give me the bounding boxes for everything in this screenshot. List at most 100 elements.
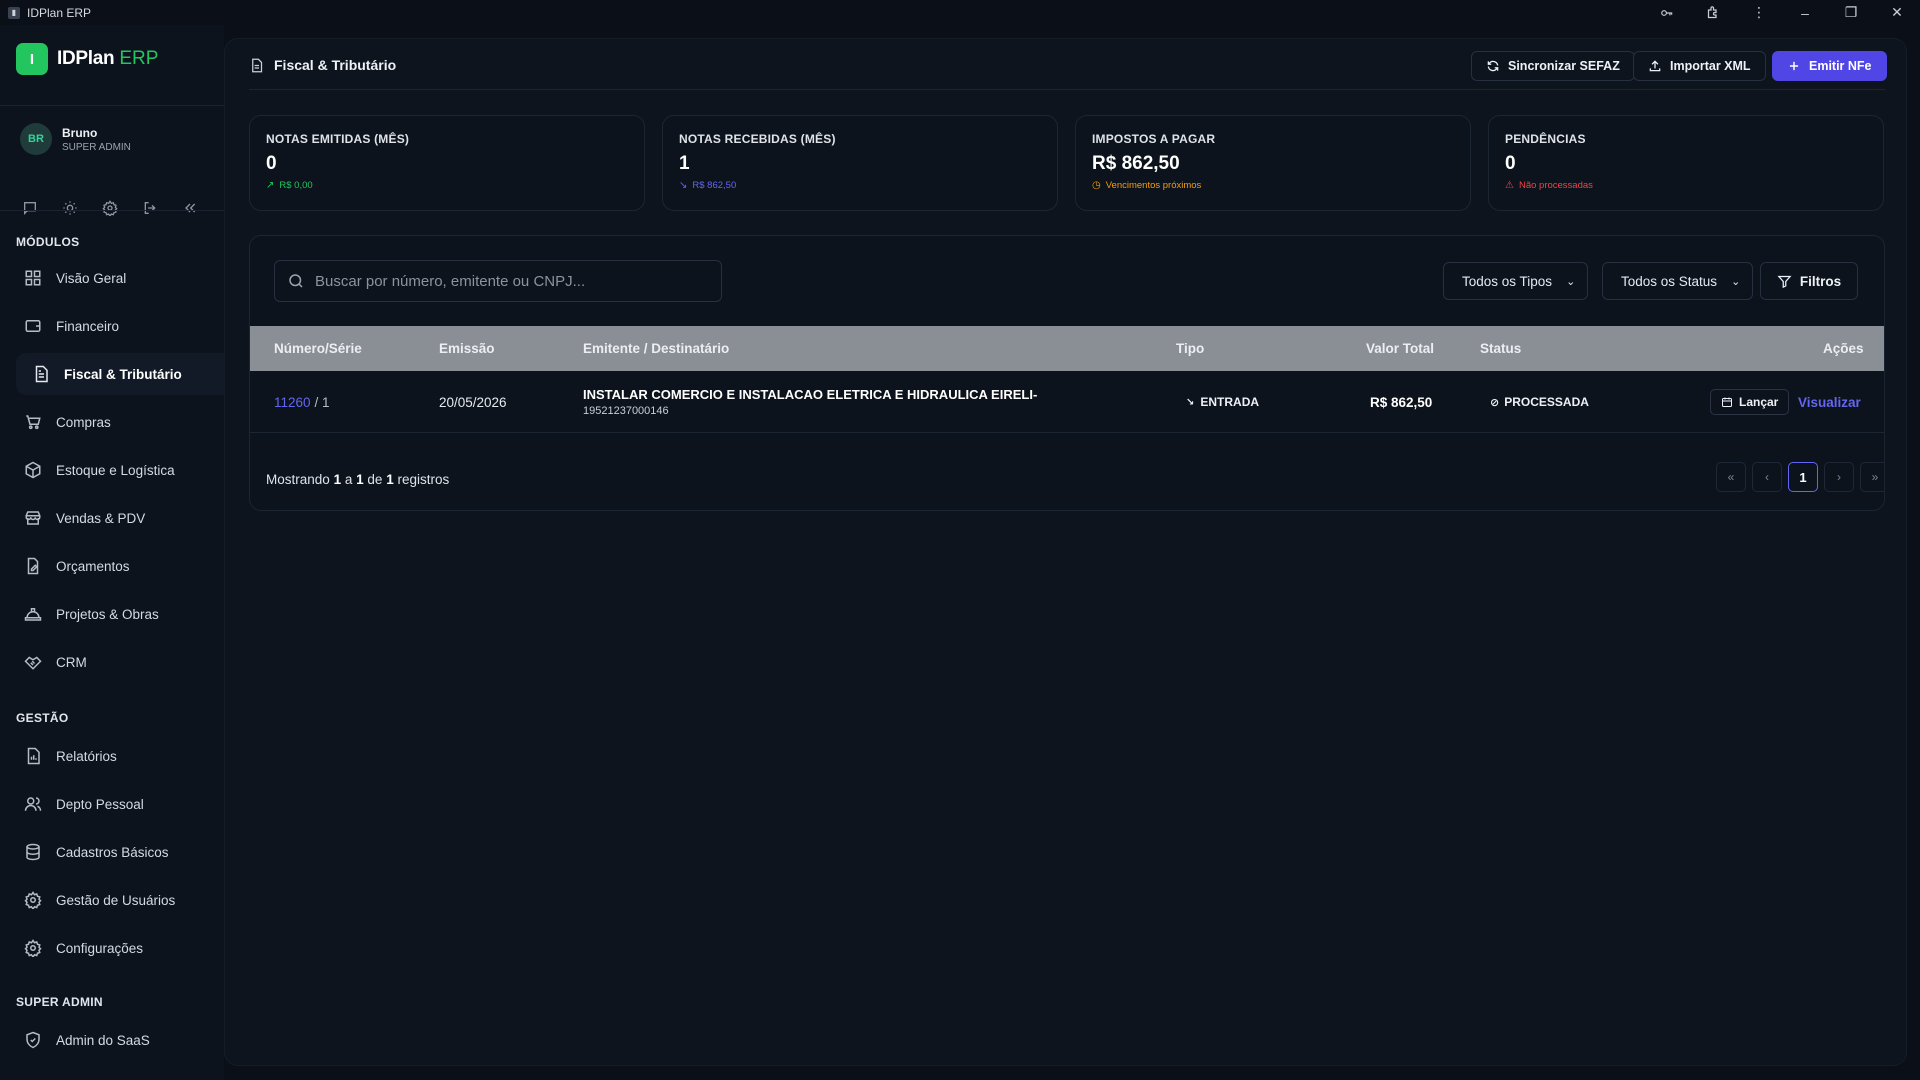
sidebar-item-label: CRM xyxy=(56,654,87,670)
column-header-tipo[interactable]: Tipo xyxy=(1176,326,1204,371)
sync-sefaz-button[interactable]: Sincronizar SEFAZ xyxy=(1471,51,1635,81)
last-page-button[interactable]: » xyxy=(1860,462,1884,492)
sidebar-item-relatorios[interactable]: Relatórios xyxy=(16,735,224,777)
section-title-super-admin: SUPER ADMIN xyxy=(16,995,103,1009)
sidebar-item-depto-pessoal[interactable]: Depto Pessoal xyxy=(16,783,224,825)
sidebar-item-configuracoes[interactable]: Configurações xyxy=(16,927,224,969)
stat-value: 0 xyxy=(1505,153,1516,174)
status-filter-select[interactable]: Todos os Status ⌄ xyxy=(1602,262,1754,300)
sidebar-item-label: Gestão de Usuários xyxy=(56,892,176,908)
sidebar-item-fiscal[interactable]: Fiscal & Tributário xyxy=(16,353,224,395)
page-button-current[interactable]: 1 xyxy=(1788,462,1818,492)
sidebar-item-cadastros[interactable]: Cadastros Básicos xyxy=(16,831,224,873)
sync-sefaz-label: Sincronizar SEFAZ xyxy=(1508,59,1620,73)
sidebar-item-financeiro[interactable]: Financeiro xyxy=(16,305,224,347)
header-divider xyxy=(249,89,1885,90)
visualizar-link[interactable]: Visualizar xyxy=(1798,371,1861,433)
column-header-emitente[interactable]: Emitente / Destinatário xyxy=(583,326,729,371)
more-options-icon[interactable]: ⋮ xyxy=(1736,0,1782,25)
sidebar-item-admin-saas[interactable]: Admin do SaaS xyxy=(16,1019,224,1061)
sidebar-item-estoque[interactable]: Estoque e Logística xyxy=(16,449,224,491)
emit-nfe-button[interactable]: Emitir NFe xyxy=(1772,51,1887,81)
brand-name: IDPlan xyxy=(57,48,115,69)
stat-sub-text: Vencimentos próximos xyxy=(1105,180,1202,191)
sidebar-item-orcamentos[interactable]: Orçamentos xyxy=(16,545,224,587)
stat-sub-text: R$ 862,50 xyxy=(692,180,737,191)
sun-icon[interactable] xyxy=(62,200,78,216)
sidebar-item-label: Admin do SaaS xyxy=(56,1032,150,1048)
import-xml-button[interactable]: Importar XML xyxy=(1633,51,1766,81)
box-icon xyxy=(25,461,41,479)
user-profile[interactable]: BR Bruno SUPER ADMIN xyxy=(20,123,131,155)
type-filter-select[interactable]: Todos os Tipos ⌄ xyxy=(1443,262,1589,300)
key-icon[interactable] xyxy=(1644,0,1690,25)
column-header-emissao[interactable]: Emissão xyxy=(439,326,495,371)
sidebar-item-gestao-usuarios[interactable]: Gestão de Usuários xyxy=(16,879,224,921)
status-filter-value: Todos os Status xyxy=(1621,273,1718,289)
logout-icon[interactable] xyxy=(142,200,158,216)
cell-numero: 11260 / 1 xyxy=(274,371,330,433)
extension-icon[interactable] xyxy=(1690,0,1736,25)
chevron-down-icon: ⌄ xyxy=(1566,275,1576,288)
logo-mark: I xyxy=(16,43,48,75)
sidebar-item-label: Estoque e Logística xyxy=(56,462,175,478)
filters-button[interactable]: Filtros xyxy=(1760,262,1858,300)
summary-a: a xyxy=(344,472,353,487)
chat-icon[interactable] xyxy=(22,200,38,216)
document-icon xyxy=(252,58,263,72)
sidebar-item-projetos[interactable]: Projetos & Obras xyxy=(16,593,224,635)
gear-icon[interactable] xyxy=(102,200,118,216)
search-box[interactable] xyxy=(274,260,722,302)
sidebar-item-label: Cadastros Básicos xyxy=(56,844,169,860)
stat-card-pendencias: PENDÊNCIAS 0 ⚠ Não processadas xyxy=(1488,115,1884,211)
records-summary: Mostrando 1 a 1 de 1 registros xyxy=(266,472,449,487)
trend-down-icon: ↘ xyxy=(679,180,688,191)
minimize-button[interactable]: – xyxy=(1782,0,1828,25)
column-header-status[interactable]: Status xyxy=(1480,326,1521,371)
file-edit-icon xyxy=(27,557,39,575)
summary-total: 1 xyxy=(386,472,394,487)
stat-sub: ↗ R$ 0,00 xyxy=(266,180,628,191)
emitente-cnpj: 19521237000146 xyxy=(583,405,669,417)
gear-icon xyxy=(24,891,42,909)
shield-icon xyxy=(26,1031,40,1049)
sidebar-item-compras[interactable]: Compras xyxy=(16,401,224,443)
cell-emitente: INSTALAR COMERCIO E INSTALACAO ELETRICA … xyxy=(583,371,1037,433)
note-number-link[interactable]: 11260 xyxy=(274,395,311,410)
sidebar-item-crm[interactable]: CRM xyxy=(16,641,224,683)
page-title: Fiscal & Tributário xyxy=(274,57,397,73)
chevron-down-icon: ⌄ xyxy=(1731,275,1741,288)
stat-card-impostos: IMPOSTOS A PAGAR R$ 862,50 ◷ Vencimentos… xyxy=(1075,115,1471,211)
stat-label: NOTAS EMITIDAS (MÊS) xyxy=(266,132,410,146)
alert-icon: ⚠ xyxy=(1505,180,1514,191)
column-header-valor[interactable]: Valor Total xyxy=(1366,326,1434,371)
sidebar-item-vendas[interactable]: Vendas & PDV xyxy=(16,497,224,539)
search-input[interactable] xyxy=(315,272,715,290)
cell-valor: R$ 862,50 xyxy=(1370,394,1433,410)
table-row[interactable]: 11260 / 1 20/05/2026 INSTALAR COMERCIO E… xyxy=(250,371,1884,433)
close-button[interactable]: ✕ xyxy=(1874,0,1920,25)
clock-icon: ◷ xyxy=(1092,180,1101,191)
stat-card-notas-recebidas: NOTAS RECEBIDAS (MÊS) 1 ↘ R$ 862,50 xyxy=(662,115,1058,211)
next-page-button[interactable]: › xyxy=(1824,462,1854,492)
summary-to: 1 xyxy=(356,472,364,487)
sidebar-item-label: Depto Pessoal xyxy=(56,796,144,812)
lancar-button[interactable]: Lançar xyxy=(1710,389,1790,415)
database-icon xyxy=(26,843,40,861)
report-icon xyxy=(27,747,40,765)
stat-label: NOTAS RECEBIDAS (MÊS) xyxy=(679,132,836,146)
first-page-button[interactable]: « xyxy=(1716,462,1746,492)
summary-de: de xyxy=(367,472,383,487)
collapse-sidebar-icon[interactable] xyxy=(182,200,198,216)
maximize-button[interactable]: ❐ xyxy=(1828,0,1874,25)
brand-logo[interactable]: I IDPlan ERP xyxy=(16,43,158,75)
search-icon xyxy=(289,274,303,288)
sidebar-item-label: Orçamentos xyxy=(56,558,130,574)
prev-page-button[interactable]: ‹ xyxy=(1752,462,1782,492)
sidebar-item-visao-geral[interactable]: Visão Geral xyxy=(16,257,224,299)
sidebar: I IDPlan ERP BR Bruno SUPER ADMIN MÓDULO… xyxy=(0,25,224,1080)
section-title-modulos: MÓDULOS xyxy=(16,235,80,249)
trend-up-icon: ↗ xyxy=(266,180,275,191)
tipo-label: ENTRADA xyxy=(1200,395,1260,409)
column-header-numero[interactable]: Número/Série xyxy=(274,326,362,371)
